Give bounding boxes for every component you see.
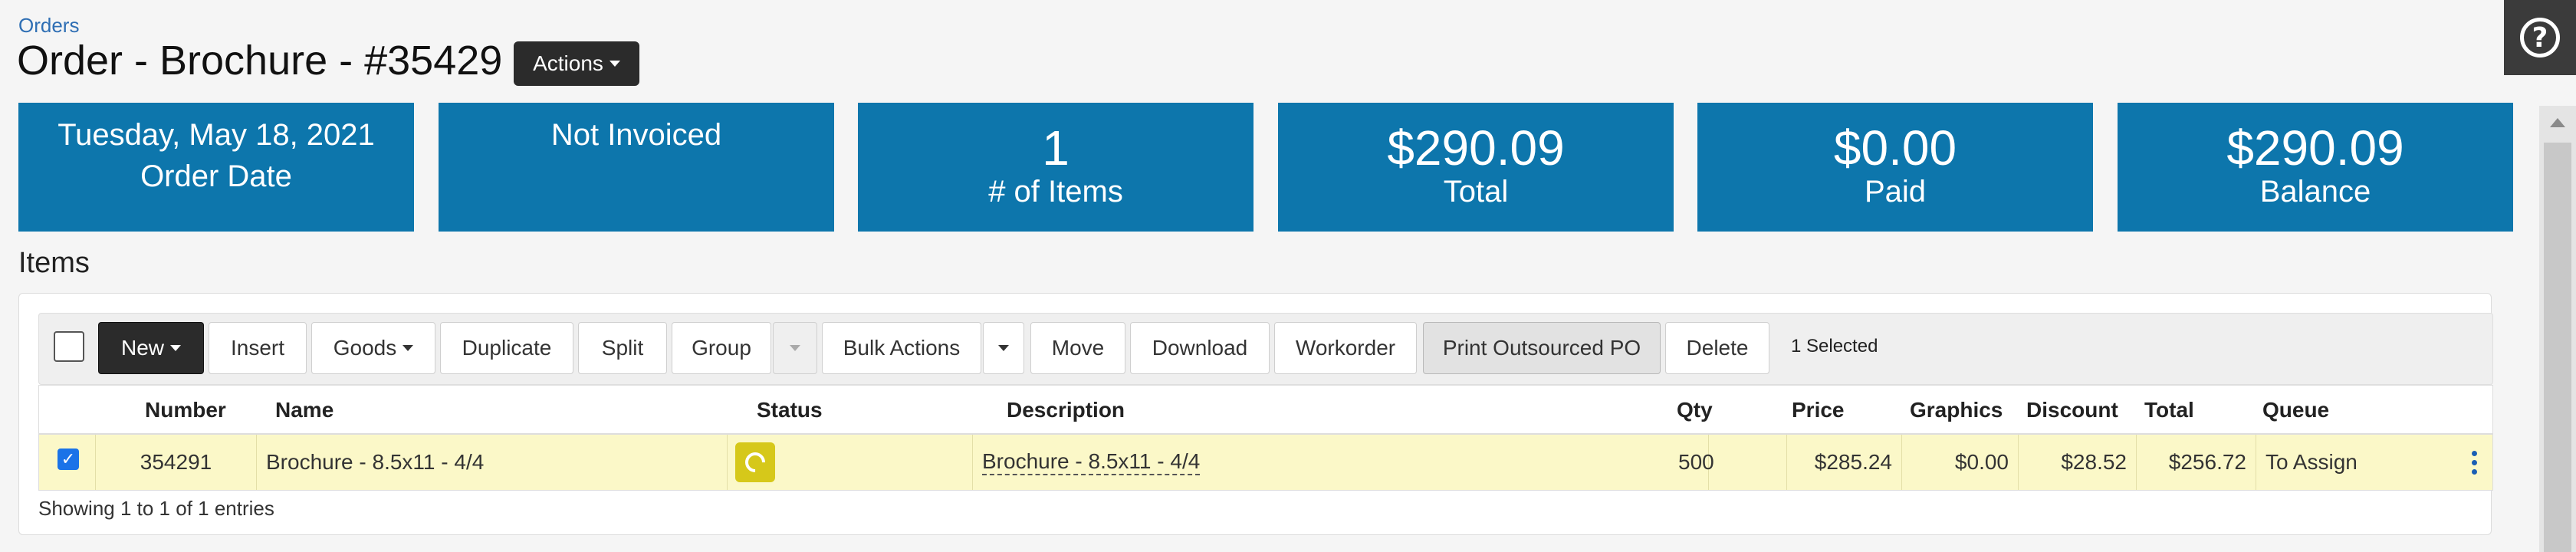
total-value: $290.09: [1387, 120, 1565, 176]
balance-value: $290.09: [2226, 120, 2404, 176]
insert-button[interactable]: Insert: [209, 322, 307, 374]
invoice-status-value: Not Invoiced: [550, 118, 722, 152]
items-count-label: # of Items: [988, 175, 1123, 209]
duplicate-label: Duplicate: [462, 336, 552, 360]
item-qty: 500: [1678, 450, 1714, 474]
header-queue[interactable]: Queue: [2262, 398, 2329, 422]
page-title: Order - Brochure - #35429: [17, 38, 503, 84]
split-label: Split: [601, 336, 644, 360]
description-cell: Brochure - 8.5x11 - 4/4: [973, 435, 1709, 490]
header-number[interactable]: Number: [145, 398, 226, 422]
order-date-card: Tuesday, May 18, 2021 Order Date: [18, 103, 414, 232]
status-cell: [728, 435, 973, 490]
table-info: Showing 1 to 1 of 1 entries: [38, 497, 274, 520]
question-circle-icon: ?: [2520, 18, 2560, 58]
name-cell: Brochure - 8.5x11 - 4/4: [257, 435, 728, 490]
new-item-button[interactable]: New: [98, 322, 204, 374]
row-select-cell: ✓: [39, 435, 96, 490]
workorder-label: Workorder: [1295, 336, 1396, 360]
workorder-button[interactable]: Workorder: [1274, 322, 1417, 374]
caret-down-icon: [170, 345, 181, 351]
row-checkbox[interactable]: ✓: [58, 449, 79, 470]
number-cell: 354291: [96, 435, 257, 490]
new-label: New: [120, 336, 164, 360]
download-label: Download: [1152, 336, 1248, 360]
items-count-value: 1: [1042, 120, 1070, 176]
insert-label: Insert: [230, 336, 285, 360]
download-button[interactable]: Download: [1130, 322, 1270, 374]
help-button[interactable]: ?: [2504, 0, 2576, 75]
item-total: $256.72: [2168, 450, 2246, 474]
table-row[interactable]: ✓ 354291 Brochure - 8.5x11 - 4/4 Brochur…: [38, 434, 2493, 491]
paid-card: $0.00 Paid: [1697, 103, 2093, 232]
status-pending-icon[interactable]: [735, 442, 775, 482]
item-number: 354291: [140, 450, 212, 474]
caret-down-icon: [402, 345, 414, 351]
summary-cards: Tuesday, May 18, 2021 Order Date Not Inv…: [18, 103, 2515, 232]
group-label: Group: [692, 336, 751, 360]
order-date-value: Tuesday, May 18, 2021: [58, 118, 375, 152]
goods-label: Goods: [333, 336, 397, 360]
header-description[interactable]: Description: [1007, 398, 1125, 422]
header-name[interactable]: Name: [275, 398, 334, 422]
item-discount: $28.52: [2061, 450, 2127, 474]
header-discount[interactable]: Discount: [2026, 398, 2118, 422]
total-cell: $256.72: [2137, 435, 2256, 490]
items-count-card: 1 # of Items: [858, 103, 1254, 232]
qty-cell: 500: [1671, 435, 1787, 490]
total-card: $290.09 Total: [1278, 103, 1674, 232]
bulk-actions-dropdown-toggle[interactable]: [983, 322, 1024, 374]
header-price[interactable]: Price: [1792, 398, 1845, 422]
item-name: Brochure - 8.5x11 - 4/4: [266, 450, 485, 474]
header-graphics[interactable]: Graphics: [1910, 398, 2003, 422]
price-cell: $285.24: [1787, 435, 1902, 490]
header-qty[interactable]: Qty: [1677, 398, 1713, 422]
discount-cell: $28.52: [2019, 435, 2137, 490]
actions-dropdown-button[interactable]: Actions: [514, 41, 639, 86]
actions-label: Actions: [533, 51, 603, 75]
items-section-title: Items: [18, 247, 90, 279]
item-price: $285.24: [1814, 450, 1892, 474]
scroll-up-arrow-icon[interactable]: [2539, 106, 2576, 140]
split-button[interactable]: Split: [578, 322, 667, 374]
group-button[interactable]: Group: [672, 322, 771, 374]
caret-down-icon: [790, 345, 800, 351]
header-total[interactable]: Total: [2144, 398, 2194, 422]
scrollbar-thumb[interactable]: [2544, 143, 2571, 552]
bulk-actions-button[interactable]: Bulk Actions: [822, 322, 981, 374]
group-options-button[interactable]: [773, 322, 817, 374]
selected-count: 1 Selected: [1791, 336, 1878, 356]
move-button[interactable]: Move: [1030, 322, 1125, 374]
header-status[interactable]: Status: [757, 398, 823, 422]
move-label: Move: [1051, 336, 1105, 360]
item-description[interactable]: Brochure - 8.5x11 - 4/4: [982, 449, 1201, 475]
goods-dropdown-button[interactable]: Goods: [311, 322, 435, 374]
caret-down-icon: [998, 345, 1009, 351]
order-date-label: Order Date: [140, 159, 292, 193]
row-menu-cell: [2454, 435, 2494, 490]
graphics-cell: $0.00: [1902, 435, 2019, 490]
print-outsourced-po-button[interactable]: Print Outsourced PO: [1423, 322, 1661, 374]
table-header: Number Name Status Description Qty Price…: [38, 385, 2493, 434]
total-label: Total: [1443, 175, 1509, 209]
breadcrumb-orders[interactable]: Orders: [18, 14, 79, 38]
bulk-actions-label: Bulk Actions: [843, 336, 961, 360]
kebab-menu-icon[interactable]: [2471, 450, 2477, 475]
balance-label: Balance: [2259, 175, 2371, 209]
select-all-checkbox[interactable]: [54, 331, 84, 362]
print-outsourced-po-label: Print Outsourced PO: [1442, 336, 1641, 360]
caret-down-icon: [609, 61, 620, 67]
balance-card: $290.09 Balance: [2118, 103, 2513, 232]
delete-label: Delete: [1686, 336, 1749, 360]
duplicate-button[interactable]: Duplicate: [440, 322, 573, 374]
invoice-status-card: Not Invoiced: [439, 103, 834, 232]
item-queue: To Assign: [2266, 450, 2358, 474]
item-graphics: $0.00: [1954, 450, 2009, 474]
paid-value: $0.00: [1833, 120, 1957, 176]
delete-button[interactable]: Delete: [1665, 322, 1769, 374]
paid-label: Paid: [1864, 175, 1927, 209]
